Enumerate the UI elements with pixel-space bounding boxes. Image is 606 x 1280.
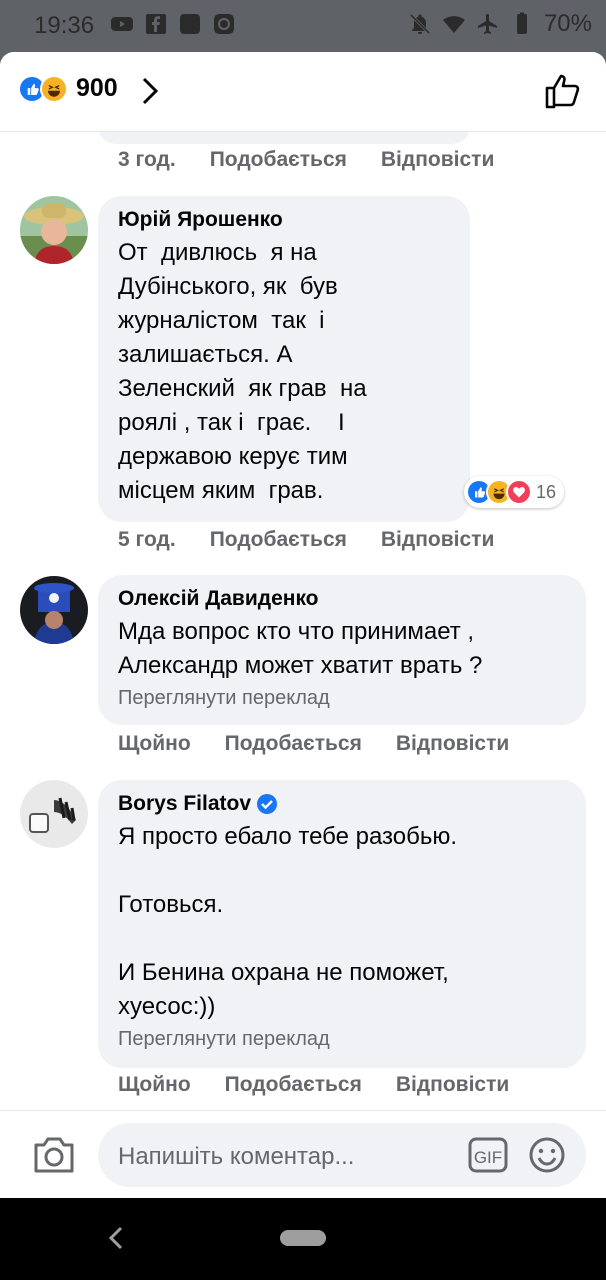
like-link[interactable]: Подобається — [210, 148, 347, 172]
comment-text: От дивлюсь я на Дубінського, як був журн… — [118, 239, 367, 504]
reaction-count: 900 — [76, 74, 118, 102]
comment-composer: Напишіть коментар... GIF — [0, 1110, 606, 1198]
comment-bubble[interactable]: Олексій Давиденко Мда вопрос кто что при… — [98, 575, 586, 725]
reply-link[interactable]: Відповісти — [381, 528, 494, 552]
battery-level: 70% — [543, 10, 592, 37]
reactions-header[interactable]: 900 — [0, 52, 606, 132]
comment-input[interactable]: Напишіть коментар... GIF — [98, 1123, 586, 1187]
comment-actions: Щойно Подобається Відповісти — [118, 1073, 543, 1097]
comment-time: Щойно — [118, 732, 191, 755]
airplane-icon — [477, 14, 497, 34]
avatar[interactable] — [20, 196, 88, 264]
comment-time: Щойно — [118, 1073, 191, 1096]
comment-bubble[interactable]: Borys Filatov Я просто ебало тебе разобь… — [98, 780, 586, 1068]
comment-actions: Щойно Подобається Відповісти — [118, 732, 543, 756]
comment-input-placeholder: Напишіть коментар... — [118, 1143, 355, 1170]
notification-icons — [110, 12, 236, 36]
like-link[interactable]: Подобається — [225, 1073, 362, 1097]
reaction-count: 16 — [536, 481, 557, 502]
status-time: 19:36 — [34, 12, 95, 39]
comment-author[interactable]: Юрій Ярошенко — [118, 208, 450, 232]
status-bar: 19:36 70% — [0, 0, 606, 52]
chevron-right-icon[interactable] — [140, 76, 160, 106]
comment-text: Мда вопрос кто что принимает , Александр… — [118, 618, 483, 679]
system-navigation-bar — [0, 1198, 606, 1280]
reply-link[interactable]: Відповісти — [396, 1073, 509, 1097]
haha-reaction-icon — [40, 74, 68, 103]
comment-author-row: Borys Filatov — [118, 792, 566, 816]
like-button-icon[interactable] — [544, 72, 582, 110]
comment-bubble[interactable]: Юрій Ярошенко От дивлюсь я на Дубінськог… — [98, 196, 470, 522]
reply-link[interactable]: Відповісти — [396, 732, 509, 756]
facebook-icon — [146, 14, 166, 34]
status-right: 70% — [408, 10, 592, 38]
comment-text: Я просто ебало тебе разобью. Готовься. И… — [118, 823, 458, 1020]
like-link[interactable]: Подобається — [225, 732, 362, 756]
wifi-icon — [442, 16, 465, 33]
mute-icon — [409, 13, 431, 35]
gif-icon[interactable]: GIF — [468, 1137, 508, 1173]
svg-text:GIF: GIF — [474, 1148, 502, 1167]
back-icon[interactable] — [106, 1224, 126, 1252]
reaction-summary[interactable]: 900 — [18, 74, 118, 103]
comment-time: 3 год. — [118, 148, 176, 171]
love-reaction-icon — [506, 479, 532, 505]
comments-sheet: 900 3 год. Подобається Відповісти Юрій Я… — [0, 52, 606, 1198]
comment-actions: 3 год. Подобається Відповісти — [118, 148, 528, 172]
comment-reactions[interactable]: 16 — [464, 476, 565, 508]
reply-link[interactable]: Відповісти — [381, 148, 494, 172]
emoji-icon[interactable] — [528, 1136, 566, 1174]
instagram-icon — [214, 14, 234, 34]
verified-badge-icon — [257, 794, 278, 814]
camera-icon[interactable] — [32, 1135, 76, 1175]
battery-icon — [516, 12, 527, 34]
see-translation-link[interactable]: Переглянути переклад — [118, 1028, 566, 1051]
home-button[interactable] — [280, 1230, 326, 1246]
comment-actions: 5 год. Подобається Відповісти — [118, 528, 528, 552]
avatar[interactable] — [20, 780, 88, 848]
app-icon — [180, 14, 200, 34]
avatar[interactable] — [20, 576, 88, 644]
like-link[interactable]: Подобається — [210, 528, 347, 552]
comment-time: 5 год. — [118, 528, 176, 551]
comment-author[interactable]: Borys Filatov — [118, 792, 251, 816]
see-translation-link[interactable]: Переглянути переклад — [118, 687, 566, 710]
comment-author[interactable]: Олексій Давиденко — [118, 587, 566, 611]
youtube-icon — [111, 17, 133, 31]
